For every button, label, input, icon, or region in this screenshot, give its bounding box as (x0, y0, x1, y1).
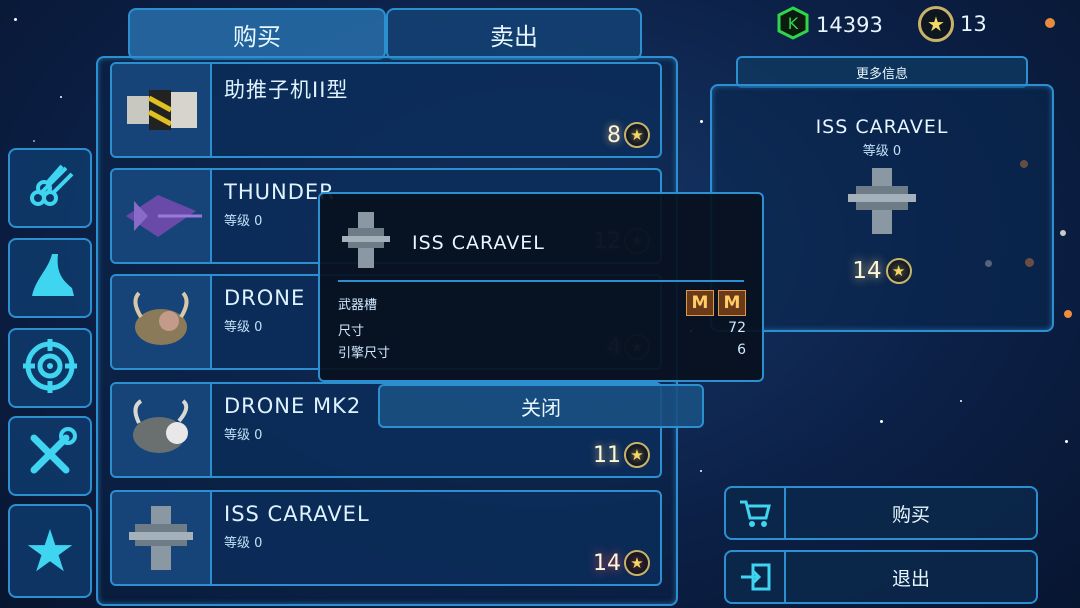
star-icon: ★ (24, 517, 76, 585)
exit-icon (726, 552, 786, 602)
exit-button[interactable]: 退出 (724, 550, 1038, 604)
drone-icon (112, 276, 212, 368)
close-dialog-label: 关闭 (521, 395, 561, 420)
credits-display: K 14393 (776, 6, 883, 44)
engine-size-label: 引擎尺寸 (338, 346, 391, 361)
star-currency-icon: ★ (918, 6, 954, 42)
detail-ship-image (842, 162, 922, 246)
item-price: 8 ★ (607, 122, 650, 148)
caravel-icon (112, 492, 212, 584)
dialog-title: ISS CARAVEL (412, 232, 545, 254)
category-weapons[interactable] (8, 328, 92, 408)
list-item-booster[interactable]: 助推子机II型 8 ★ (110, 62, 662, 158)
item-name: DRONE MK2 (224, 394, 362, 418)
category-hull[interactable] (8, 238, 92, 318)
item-level: 等级 0 (224, 320, 263, 335)
item-price: 11 ★ (593, 442, 650, 468)
buy-button[interactable]: 购买 (724, 486, 1038, 540)
star-coin-icon: ★ (624, 122, 650, 148)
category-tools[interactable] (8, 416, 92, 496)
ship-info-dialog: ISS CARAVEL 武器槽 M M 尺寸 72 引擎尺寸 6 (318, 192, 764, 382)
stars-display: ★ 13 (918, 6, 987, 42)
credits-icon: K (776, 6, 810, 44)
detail-ship-level: 等级 0 (862, 144, 902, 159)
weapon-slot: M (686, 290, 714, 316)
weapon-slot: M (718, 290, 746, 316)
item-name: DRONE (224, 286, 306, 310)
size-value: 72 (728, 320, 746, 336)
buy-button-label: 购买 (891, 503, 930, 526)
svg-text:K: K (788, 14, 799, 33)
hull-icon (22, 248, 78, 308)
more-info-label: 更多信息 (855, 66, 908, 82)
tab-buy-label: 购买 (233, 22, 281, 51)
star-coin-icon: ★ (624, 442, 650, 468)
pipes-icon (22, 158, 78, 218)
item-level: 等级 0 (224, 214, 263, 229)
target-icon (21, 337, 79, 399)
thunder-ship-icon (112, 170, 212, 262)
item-price: 14 ★ (593, 550, 650, 576)
tab-buy[interactable]: 购买 (128, 8, 386, 60)
exit-button-label: 退出 (891, 567, 930, 590)
category-pipes[interactable] (8, 148, 92, 228)
item-level: 等级 0 (224, 536, 263, 551)
detail-ship-name: ISS CARAVEL (815, 116, 949, 138)
item-level: 等级 0 (224, 428, 263, 443)
weapon-slots-label: 武器槽 (338, 298, 378, 313)
weapon-slots: M M (686, 290, 746, 316)
tools-icon (22, 426, 78, 486)
dialog-ship-image (340, 208, 392, 276)
booster-icon (112, 64, 212, 156)
item-name: ISS CARAVEL (224, 502, 370, 526)
credits-value: 14393 (816, 13, 883, 37)
list-item-iss-caravel[interactable]: ISS CARAVEL 等级 0 14 ★ (110, 490, 662, 586)
tab-sell[interactable]: 卖出 (386, 8, 642, 60)
engine-size-value: 6 (737, 342, 746, 358)
star-coin-icon: ★ (885, 258, 912, 284)
dialog-divider (338, 280, 744, 282)
star-coin-icon: ★ (624, 550, 650, 576)
close-dialog-button[interactable]: 关闭 (378, 384, 704, 428)
tab-sell-label: 卖出 (490, 22, 538, 51)
stars-value: 13 (960, 12, 987, 36)
drone-mk2-icon (112, 384, 212, 476)
size-label: 尺寸 (338, 324, 365, 339)
item-name: 助推子机II型 (224, 78, 349, 102)
category-favorites[interactable]: ★ (8, 504, 92, 598)
cart-icon (726, 488, 786, 538)
